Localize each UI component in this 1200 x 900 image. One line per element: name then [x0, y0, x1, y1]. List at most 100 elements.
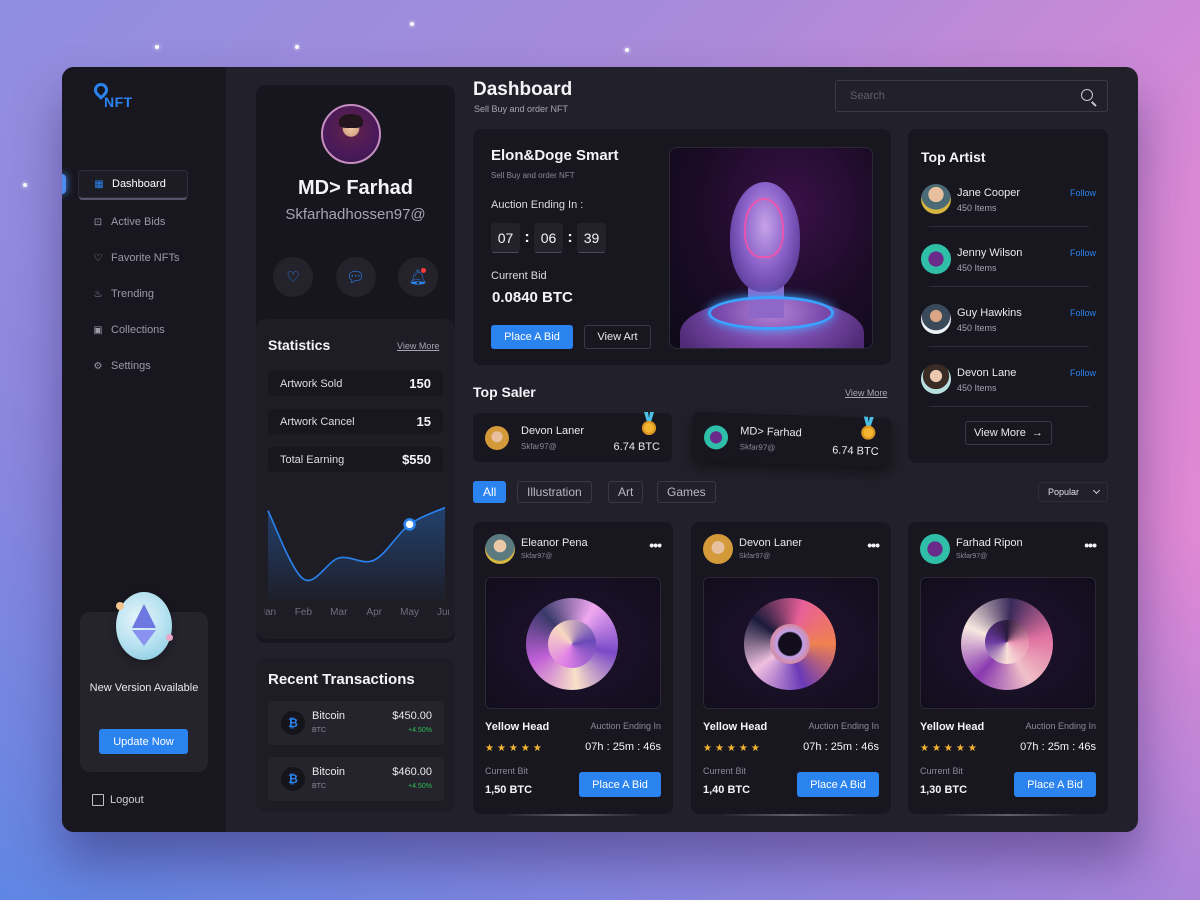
filter-tab-art[interactable]: Art [608, 481, 644, 503]
auction-timer: 07 : 06 : 39 [491, 223, 606, 252]
artist-avatar[interactable] [921, 184, 951, 214]
transaction-row[interactable]: ₿ Bitcoin BTC $460.00 +4.50% [268, 757, 444, 801]
artist-avatar[interactable] [921, 364, 951, 394]
auction-label: Auction Ending In : [491, 199, 584, 211]
sidebar-item-collections[interactable]: ▣ Collections [78, 316, 218, 344]
sort-dropdown[interactable]: Popular [1038, 482, 1108, 502]
profile-avatar[interactable] [321, 104, 381, 164]
current-bit-label: Current Bit [920, 766, 964, 776]
transaction-name: Bitcoin [312, 710, 346, 722]
search-input[interactable] [836, 81, 1066, 111]
chart-x-tick-label: Mar [330, 607, 348, 618]
artist-items: 450 Items [957, 383, 997, 393]
sidebar-item-label: Trending [111, 288, 155, 300]
profile-email: Skfarhadhossen97@ [285, 206, 426, 223]
nft-title: Yellow Head [920, 721, 985, 733]
bitcoin-icon: ₿ [281, 767, 305, 791]
current-bid-label: Current Bid [491, 270, 547, 282]
sidebar-item-label: Favorite NFTs [111, 252, 180, 264]
timer-minutes: 06 [534, 223, 563, 252]
top-artist-title: Top Artist [921, 149, 986, 165]
featured-artwork-image[interactable] [669, 147, 873, 349]
auction-ending-label: Auction Ending In [590, 721, 661, 731]
owner-name: Farhad Ripon [956, 537, 1023, 549]
sidebar-item-dashboard[interactable]: ▦ Dashboard [78, 170, 188, 198]
place-bid-button[interactable]: Place A Bid [797, 772, 879, 797]
update-now-button[interactable]: Update Now [99, 729, 188, 754]
owner-avatar[interactable] [920, 534, 950, 564]
chevron-down-icon [1092, 486, 1101, 495]
follow-button[interactable]: Follow [1070, 248, 1096, 258]
auction-time: 07h : 25m : 46s [803, 741, 879, 753]
artist-name: Jane Cooper [957, 187, 1020, 199]
saler-handle: Skfar97@ [521, 442, 557, 451]
artist-avatar[interactable] [921, 304, 951, 334]
saler-card[interactable]: MD> Farhad Skfar97@ 6.74 BTC [691, 411, 892, 468]
transaction-row[interactable]: ₿ Bitcoin BTC $450.00 +4.50% [268, 701, 444, 745]
artist-row: Jenny Wilson 450 Items Follow [921, 244, 1096, 287]
follow-button[interactable]: Follow [1070, 308, 1096, 318]
logout-button[interactable]: Logout [92, 794, 144, 806]
nft-artwork-image[interactable] [703, 577, 879, 709]
more-options-icon[interactable]: ••• [649, 537, 662, 553]
top-saler-view-more-link[interactable]: View More [845, 388, 887, 398]
star-decoration [625, 48, 629, 52]
auction-ending-label: Auction Ending In [1025, 721, 1096, 731]
place-bid-button[interactable]: Place A Bid [1014, 772, 1096, 797]
auction-time: 07h : 25m : 46s [585, 741, 661, 753]
sidebar-item-settings[interactable]: ⚙ Settings [78, 352, 218, 380]
search-icon[interactable] [1081, 89, 1093, 101]
filter-tab-games[interactable]: Games [657, 481, 716, 503]
saler-amount: 6.74 BTC [613, 441, 660, 453]
auction-time: 07h : 25m : 46s [1020, 741, 1096, 753]
place-bid-button[interactable]: Place A Bid [491, 325, 573, 349]
nft-artwork-image[interactable] [920, 577, 1096, 709]
top-artist-card: Top Artist Jane Cooper 450 Items Follow … [908, 129, 1108, 463]
filter-tab-illustration[interactable]: Illustration [517, 481, 592, 503]
follow-button[interactable]: Follow [1070, 188, 1096, 198]
more-options-icon[interactable]: ••• [1084, 537, 1097, 553]
sidebar-item-favorite-nfts[interactable]: ♡ Favorite NFTs [78, 244, 218, 272]
stat-row: Total Earning $550 [268, 447, 443, 472]
bitcoin-icon: ₿ [281, 711, 305, 735]
chart-x-tick-label: Apr [366, 607, 382, 618]
top-artist-view-more-button[interactable]: View More → [965, 421, 1052, 445]
artist-avatar[interactable] [921, 244, 951, 274]
stat-row: Artwork Sold 150 [268, 371, 443, 396]
star-decoration [295, 45, 299, 49]
current-bit-value: 1,30 BTC [920, 784, 968, 796]
app-window: NFT ▦ Dashboard ⊡ Active Bids ♡ Favorite… [62, 67, 1138, 832]
filter-tab-all[interactable]: All [473, 481, 507, 503]
messages-button[interactable]: 💬︎ [335, 257, 376, 297]
artist-row: Jane Cooper 450 Items Follow [921, 184, 1096, 227]
owner-avatar[interactable] [485, 534, 515, 564]
statistics-view-more-link[interactable]: View More [397, 341, 439, 351]
owner-handle: Skfar97@ [521, 553, 553, 560]
logo[interactable]: NFT [91, 80, 154, 115]
sidebar-item-label: Collections [111, 324, 165, 336]
chart-x-tick-label: Feb [295, 607, 313, 618]
saler-card[interactable]: Devon Laner Skfar97@ 6.74 BTC [473, 412, 672, 462]
favorite-button[interactable]: ♡ [273, 257, 313, 297]
top-saler-title: Top Saler [473, 384, 536, 400]
nft-title: Yellow Head [485, 721, 550, 733]
view-more-label: View More [974, 427, 1026, 439]
more-options-icon[interactable]: ••• [867, 537, 880, 553]
nft-artwork-image[interactable] [485, 577, 661, 709]
rating-stars: ★★★★★ [485, 743, 545, 754]
notifications-button[interactable]: 🔔︎ [398, 257, 438, 297]
activity-icon: ⊡ [93, 216, 103, 228]
stat-value: $550 [402, 452, 431, 467]
current-bid-value: 0.0840 BTC [492, 289, 573, 306]
timer-hours: 07 [491, 223, 520, 252]
owner-avatar[interactable] [703, 534, 733, 564]
artist-items: 450 Items [957, 203, 997, 213]
sidebar-item-trending[interactable]: ♨ Trending [78, 280, 218, 308]
place-bid-button[interactable]: Place A Bid [579, 772, 661, 797]
recent-transactions-card: Recent Transactions ₿ Bitcoin BTC $450.0… [256, 658, 455, 812]
sidebar-item-active-bids[interactable]: ⊡ Active Bids [78, 208, 218, 236]
view-art-button[interactable]: View Art [584, 325, 651, 349]
follow-button[interactable]: Follow [1070, 368, 1096, 378]
sidebar-item-label: Active Bids [111, 216, 166, 228]
chart-highlight-point[interactable] [403, 518, 416, 531]
